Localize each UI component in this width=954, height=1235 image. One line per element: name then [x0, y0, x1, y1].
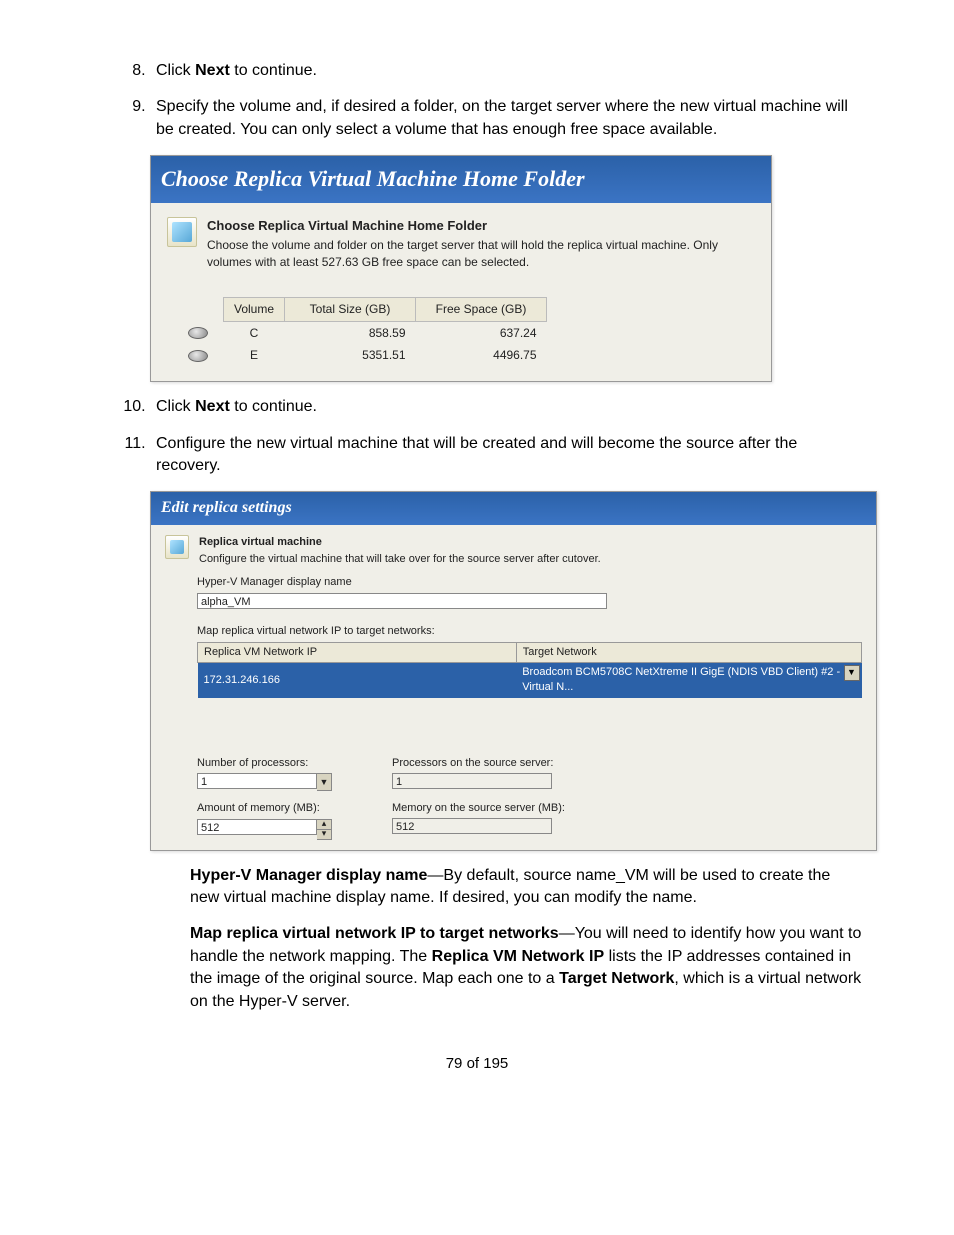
num-processors-label: Number of processors:	[197, 756, 332, 771]
vol-free: 4496.75	[416, 344, 547, 367]
source-memory-value: 512	[392, 818, 552, 834]
panel-heading: Choose Replica Virtual Machine Home Fold…	[207, 217, 755, 235]
vol-size: 5351.51	[285, 344, 416, 367]
page-footer: 79 of 195	[90, 1053, 864, 1074]
step10-prefix: Click	[156, 398, 195, 415]
step8-prefix: Click	[156, 62, 195, 79]
desc-term: Hyper-V Manager display name	[190, 867, 427, 884]
vol-size: 858.59	[285, 321, 416, 344]
chevron-down-icon[interactable]: ▾	[317, 830, 332, 840]
step10-suffix: to continue.	[230, 398, 317, 415]
source-memory-label: Memory on the source server (MB):	[392, 801, 565, 816]
table-row[interactable]: 172.31.246.166 Broadcom BCM5708C NetXtre…	[198, 663, 862, 698]
step-11: Configure the new virtual machine that w…	[150, 433, 864, 478]
step8-bold: Next	[195, 62, 230, 79]
screenshot-edit-replica: Edit replica settings Replica virtual ma…	[150, 491, 877, 850]
chevron-down-icon[interactable]: ▼	[317, 773, 332, 791]
step-9: Specify the volume and, if desired a fol…	[150, 96, 864, 141]
desc-term: Replica VM Network IP	[432, 948, 605, 965]
step8-suffix: to continue.	[230, 62, 317, 79]
hv-display-name-input[interactable]: alpha_VM	[197, 593, 607, 609]
source-processors-value: 1	[392, 773, 552, 789]
num-processors-select[interactable]: 1 ▼	[197, 773, 332, 791]
desc-term: Map replica virtual network IP to target…	[190, 925, 559, 942]
step-10: Click Next to continue.	[150, 396, 864, 418]
step10-bold: Next	[195, 398, 230, 415]
hv-display-name-label: Hyper-V Manager display name	[197, 575, 862, 590]
map-network-label: Map replica virtual network IP to target…	[197, 624, 862, 639]
network-map-table: Replica VM Network IP Target Network 172…	[197, 642, 862, 698]
memory-value: 512	[197, 819, 317, 835]
col-total-size[interactable]: Total Size (GB)	[285, 297, 416, 321]
dialog-title: Choose Replica Virtual Machine Home Fold…	[161, 166, 585, 191]
source-processors-label: Processors on the source server:	[392, 756, 565, 771]
wizard-icon	[167, 217, 197, 247]
target-network-value: Broadcom BCM5708C NetXtreme II GigE (NDI…	[522, 666, 840, 693]
vol-free: 637.24	[416, 321, 547, 344]
vol-letter: C	[224, 321, 285, 344]
col-target-network[interactable]: Target Network	[516, 642, 861, 662]
disk-icon	[188, 327, 208, 339]
step11-text: Configure the new virtual machine that w…	[156, 435, 797, 474]
panel-desc: Configure the virtual machine that will …	[199, 552, 601, 567]
volume-table: Volume Total Size (GB) Free Space (GB) C…	[167, 297, 755, 367]
chevron-down-icon[interactable]: ▼	[844, 665, 860, 681]
panel-heading: Replica virtual machine	[199, 535, 601, 550]
step9-text: Specify the volume and, if desired a fol…	[156, 98, 848, 137]
col-volume[interactable]: Volume	[224, 297, 285, 321]
panel-desc: Choose the volume and folder on the targ…	[207, 237, 755, 271]
memory-label: Amount of memory (MB):	[197, 801, 332, 816]
num-processors-value: 1	[197, 773, 317, 789]
cell-target-network[interactable]: Broadcom BCM5708C NetXtreme II GigE (NDI…	[516, 663, 861, 698]
dialog-title-bar: Choose Replica Virtual Machine Home Fold…	[151, 156, 771, 203]
vol-letter: E	[224, 344, 285, 367]
table-row[interactable]: E 5351.51 4496.75	[167, 344, 547, 367]
dialog-title-bar: Edit replica settings	[151, 492, 876, 524]
desc-hv-name: Hyper-V Manager display name—By default,…	[190, 865, 864, 910]
screenshot-choose-folder: Choose Replica Virtual Machine Home Fold…	[150, 155, 772, 382]
memory-stepper[interactable]: 512 ▴ ▾	[197, 819, 332, 840]
desc-map-network: Map replica virtual network IP to target…	[190, 923, 864, 1013]
step-8: Click Next to continue.	[150, 60, 864, 82]
desc-term: Target Network	[559, 970, 674, 987]
col-replica-ip[interactable]: Replica VM Network IP	[198, 642, 517, 662]
col-free-space[interactable]: Free Space (GB)	[416, 297, 547, 321]
wizard-icon	[165, 535, 189, 559]
cell-replica-ip: 172.31.246.166	[198, 663, 517, 698]
disk-icon	[188, 350, 208, 362]
table-row[interactable]: C 858.59 637.24	[167, 321, 547, 344]
dialog-title: Edit replica settings	[161, 499, 292, 516]
